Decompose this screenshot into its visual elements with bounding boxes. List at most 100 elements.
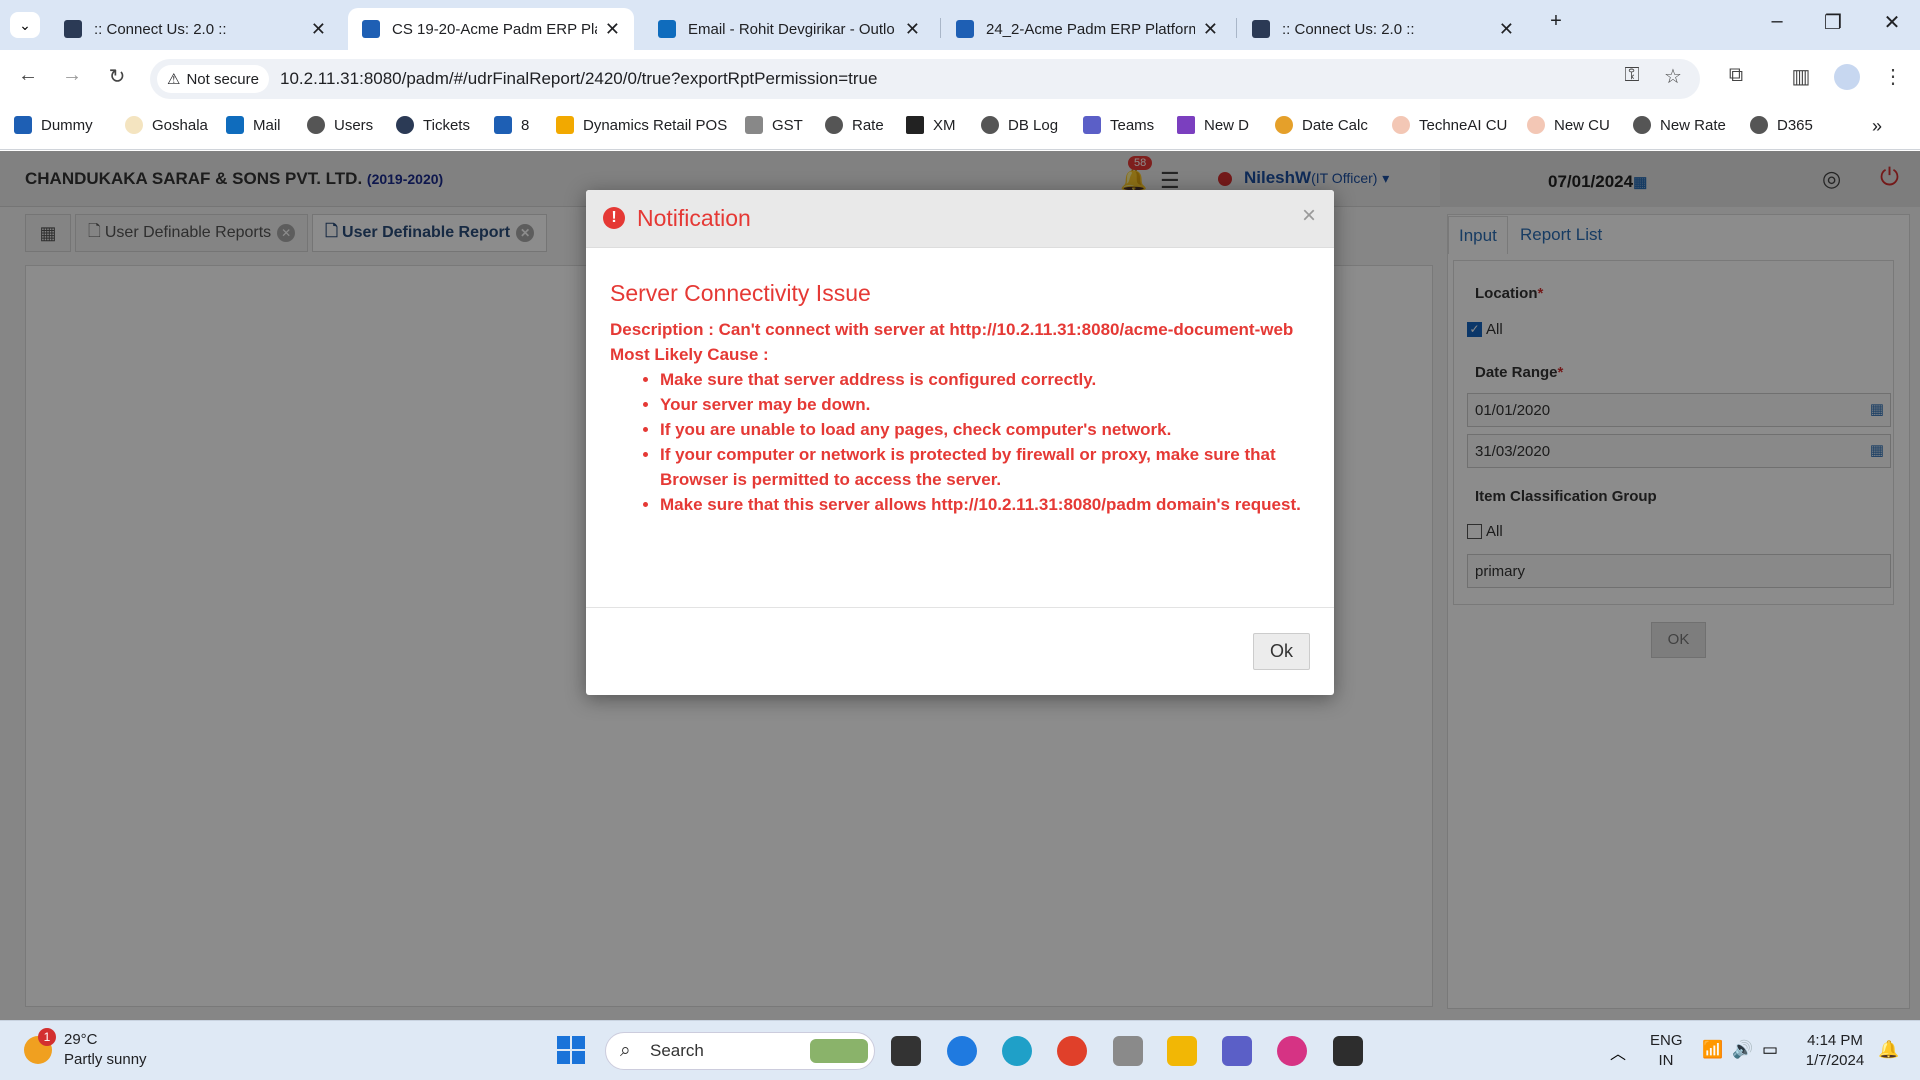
minimize-button[interactable]: – [1757,10,1797,33]
url-text[interactable]: 10.2.11.31:8080/padm/#/udrFinalReport/24… [280,69,877,89]
windows-start-icon[interactable] [557,1036,585,1064]
bookmark-star-icon[interactable]: ☆ [1658,64,1688,89]
globe-icon [1633,116,1651,134]
bookmark-item[interactable]: TechneAI CU [1392,116,1507,134]
bookmark-item[interactable]: New Rate [1633,116,1726,134]
teams-icon[interactable] [1222,1036,1252,1066]
battery-icon[interactable]: ▭ [1762,1040,1778,1060]
bookmark-item[interactable]: DB Log [981,116,1058,134]
more-bookmarks-icon[interactable]: » [1872,116,1882,137]
bookmark-item[interactable]: Mail [226,116,281,134]
bookmark-icon [14,116,32,134]
bookmark-item[interactable]: 8 [494,116,529,134]
react-icon [396,116,414,134]
react-icon [1252,20,1270,38]
cause-label: Most Likely Cause : [610,345,769,364]
cause-list: Make sure that server address is configu… [660,367,1310,517]
bookmark-item[interactable]: Goshala [125,116,208,134]
close-window-button[interactable]: ✕ [1872,10,1912,35]
error-heading: Server Connectivity Issue [610,280,871,306]
edge-icon[interactable] [1002,1036,1032,1066]
app-w-icon[interactable] [1277,1036,1307,1066]
globe-icon [307,116,325,134]
tab-search-button[interactable]: ⌄ [10,12,40,38]
techne-icon [1527,116,1545,134]
chrome-icon[interactable] [1057,1036,1087,1066]
volume-icon[interactable]: 🔊 [1732,1040,1753,1060]
search-icon: ⌕ [620,1040,631,1061]
globe-icon [825,116,843,134]
globe-icon [1750,116,1768,134]
wifi-icon[interactable]: 📶 [1702,1040,1723,1060]
date-calc-icon [1275,116,1293,134]
security-indicator[interactable]: ⚠ Not secure [157,65,269,93]
skype-icon[interactable] [947,1036,977,1066]
terminal-icon[interactable] [1333,1036,1363,1066]
close-icon[interactable]: ✕ [605,19,620,40]
close-icon[interactable]: ✕ [311,19,326,40]
list-item: Make sure that server address is configu… [660,367,1310,392]
taskbar-search[interactable]: ⌕ Search [605,1032,875,1070]
close-icon[interactable]: ✕ [1499,19,1514,40]
list-item: If your computer or network is protected… [660,442,1310,492]
close-icon[interactable]: × [1302,202,1316,230]
react-icon [64,20,82,38]
bookmark-item[interactable]: New CU [1527,116,1610,134]
tray-chevron-up-icon[interactable]: ︿ [1610,1040,1626,1064]
bookmark-item[interactable]: Rate [825,116,884,134]
menu-kebab-icon[interactable]: ⋮ [1878,64,1908,89]
vnc-icon[interactable] [1113,1036,1143,1066]
modal-body: Server Connectivity Issue Description : … [610,280,1310,517]
folder-icon [556,116,574,134]
notifications-icon[interactable]: 🔔 [1878,1040,1899,1060]
notification-modal: ! Notification × Server Connectivity Iss… [586,190,1334,695]
browser-tab-connect-1[interactable]: :: Connect Us: 2.0 :: ✕ [50,8,340,50]
bookmark-item[interactable]: Users [307,116,373,134]
file-explorer-icon[interactable] [1167,1036,1197,1066]
extensions-icon[interactable]: ⧉ [1721,64,1751,87]
language-indicator[interactable]: ENG IN [1650,1031,1683,1071]
browser-tab-connect-2[interactable]: :: Connect Us: 2.0 :: ✕ [1238,8,1528,50]
tab-separator [940,18,941,38]
modal-ok-button[interactable]: Ok [1253,633,1310,670]
new-tab-button[interactable]: + [1536,10,1576,33]
erp-logo-icon [362,20,380,38]
forward-icon[interactable]: → [57,64,87,87]
outlook-icon [226,116,244,134]
erp-logo-icon [494,116,512,134]
outlook-icon [658,20,676,38]
browser-tab-cs-erp[interactable]: CS 19-20-Acme Padm ERP Platf ✕ [348,8,634,50]
bookmark-item[interactable]: Date Calc [1275,116,1368,134]
error-description: Description : Can't connect with server … [610,320,1294,339]
close-icon[interactable]: ✕ [1203,19,1218,40]
side-panel-icon[interactable]: ▥ [1786,64,1816,89]
error-icon: ! [603,207,625,229]
teams-icon [1083,116,1101,134]
password-key-icon[interactable]: ⚿ [1617,64,1647,87]
bookmark-item[interactable]: XM [906,116,956,134]
globe-icon [981,116,999,134]
weather-widget[interactable]: 29°C Partly sunny [64,1030,147,1070]
bookmark-item[interactable]: D365 [1750,116,1813,134]
back-icon[interactable]: ← [13,64,43,87]
list-item: If you are unable to load any pages, che… [660,417,1310,442]
browser-tab-acme-24[interactable]: 24_2-Acme Padm ERP Platform ✕ [942,8,1232,50]
clock[interactable]: 4:14 PM 1/7/2024 [1800,1031,1870,1071]
restore-button[interactable]: ❐ [1813,10,1853,35]
reload-icon[interactable]: ↻ [102,64,132,89]
bookmark-item[interactable]: Teams [1083,116,1154,134]
xm-icon [906,116,924,134]
techne-icon [1392,116,1410,134]
bookmark-item[interactable]: Tickets [396,116,470,134]
bookmarks-bar [0,108,1920,150]
bookmark-icon [125,116,143,134]
modal-title: Notification [637,205,751,231]
bookmark-item[interactable]: GST [745,116,803,134]
bookmark-item[interactable]: New D [1177,116,1249,134]
profile-avatar[interactable] [1834,64,1860,90]
task-view-icon[interactable] [891,1036,921,1066]
bookmark-item[interactable]: Dynamics Retail POS [556,116,727,134]
bookmark-item[interactable]: Dummy [14,116,93,134]
browser-tab-outlook[interactable]: Email - Rohit Devgirikar - Outlo ✕ [644,8,934,50]
close-icon[interactable]: ✕ [905,19,920,40]
